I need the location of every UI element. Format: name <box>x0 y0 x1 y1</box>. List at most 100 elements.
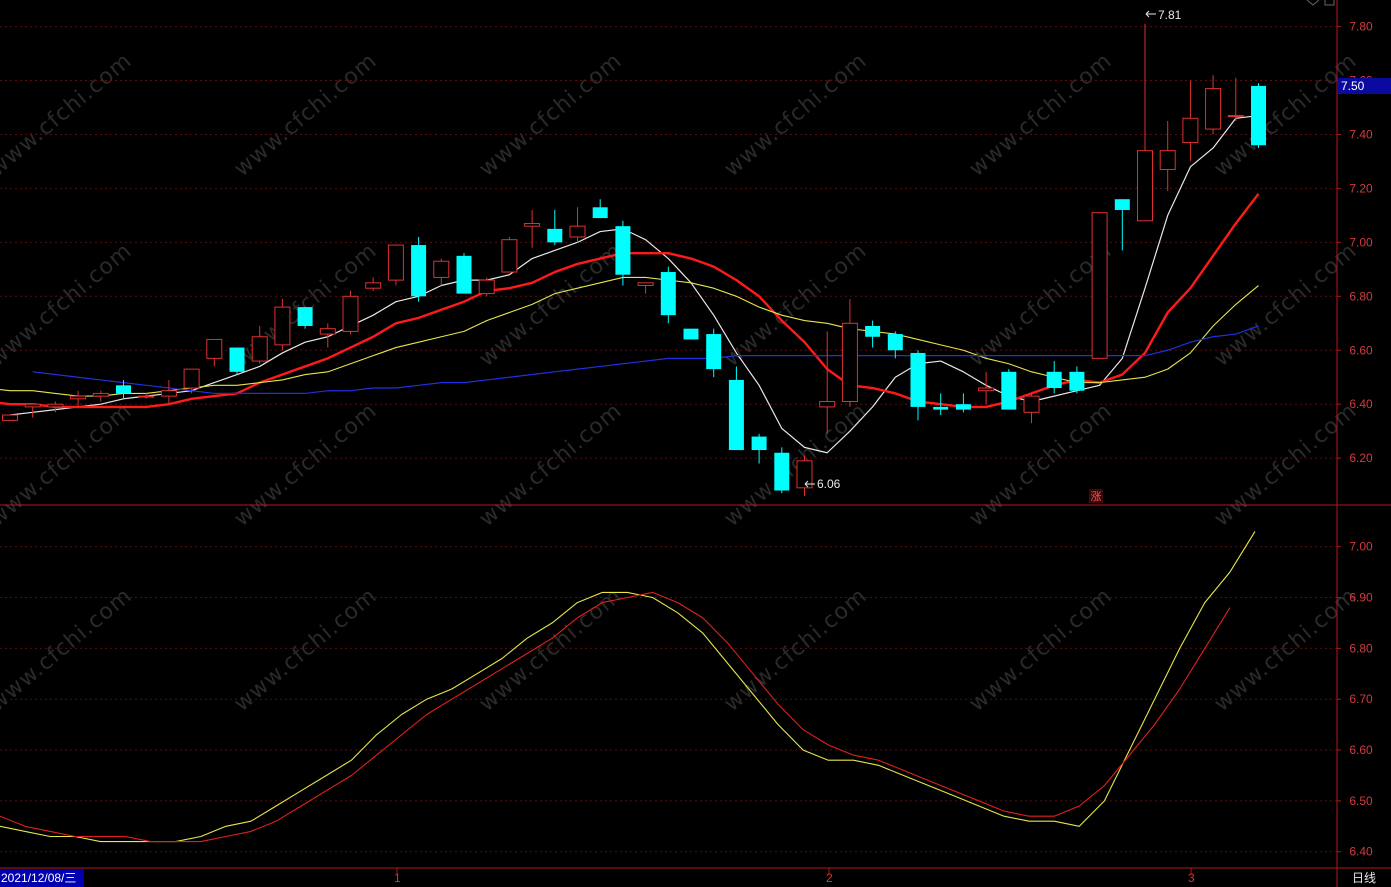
lower-tick-label: 6.70 <box>1349 692 1373 706</box>
candle-body <box>910 352 926 407</box>
candle-body <box>411 245 427 297</box>
current-price-tag[interactable]: 7.50 <box>1338 78 1391 94</box>
date-label: 2021/12/08/三 <box>0 869 84 887</box>
candle-body <box>706 334 722 370</box>
candle-body <box>160 390 177 397</box>
candle-body <box>1001 371 1017 410</box>
candle-body <box>1227 115 1244 118</box>
candle-down <box>297 307 313 329</box>
candle-body <box>933 406 949 410</box>
candle-body <box>978 387 995 392</box>
candle-body <box>297 307 313 326</box>
candle-body <box>92 392 109 397</box>
candle-down <box>1001 369 1017 410</box>
candle-body <box>206 338 223 359</box>
upper-tick-label: 6.80 <box>1349 289 1373 303</box>
time-tick-label: 2 <box>826 871 833 885</box>
time-tick-label: 3 <box>1188 871 1195 885</box>
candle-body <box>70 395 87 400</box>
rise-marker: 涨 <box>1089 489 1103 503</box>
candle-down <box>774 447 790 494</box>
lower-tick-label: 6.50 <box>1349 794 1373 808</box>
upper-tick-label: 7.20 <box>1349 181 1373 195</box>
candle-body <box>1091 212 1108 359</box>
period-label[interactable]: 日线 <box>1352 871 1376 885</box>
upper-tick-label: 7.80 <box>1349 20 1373 34</box>
candle-body <box>1069 371 1085 391</box>
candle-up <box>1091 212 1108 359</box>
candle-body <box>1159 150 1176 171</box>
candle-body <box>24 403 41 408</box>
lower-tick-label: 6.60 <box>1349 743 1373 757</box>
candle-body <box>819 401 836 408</box>
candle-body <box>47 403 64 408</box>
min-price-label: 6.06 <box>817 477 841 491</box>
candle-down <box>1251 83 1266 148</box>
time-tick-label: 1 <box>394 871 401 885</box>
candle-body <box>501 239 518 273</box>
candle-body <box>2 414 18 421</box>
candle-body <box>547 228 563 243</box>
candle-body <box>229 347 245 372</box>
candle-body <box>433 260 450 278</box>
candle-up <box>342 290 359 335</box>
candle-down <box>660 266 676 324</box>
rise-marker-label: 涨 <box>1091 490 1102 503</box>
date-label-text: 2021/12/08/三 <box>1 871 76 885</box>
upper-tick-label: 6.40 <box>1349 397 1373 411</box>
chart-background <box>0 0 1391 887</box>
max-price-label: 7.81 <box>1158 8 1182 22</box>
candle-body <box>1205 88 1222 130</box>
upper-tick-label: 7.00 <box>1349 235 1373 249</box>
candle-body <box>637 282 654 287</box>
price-tag-value: 7.50 <box>1341 79 1365 93</box>
candle-up <box>274 299 291 351</box>
candle-body <box>116 385 131 394</box>
lower-tick-label: 6.40 <box>1349 845 1373 859</box>
candle-body <box>728 379 744 451</box>
candle-up <box>478 277 495 297</box>
candle-body <box>955 404 971 410</box>
candle-body <box>1251 85 1266 146</box>
candle-up <box>387 244 404 286</box>
candle-body <box>887 334 903 351</box>
candle-body <box>524 222 541 227</box>
upper-tick-label: 6.20 <box>1349 451 1373 465</box>
lower-tick-label: 6.80 <box>1349 641 1373 655</box>
candle-down <box>683 328 699 340</box>
candle-body <box>615 226 631 275</box>
candle-down <box>411 236 427 302</box>
lower-tick-label: 6.90 <box>1349 591 1373 605</box>
candle-body <box>319 328 336 335</box>
candle-body <box>365 282 382 289</box>
candle-body <box>1046 371 1062 389</box>
candle-body <box>342 295 359 332</box>
candle-body <box>478 279 495 295</box>
candle-body <box>274 306 291 346</box>
upper-tick-label: 6.60 <box>1349 343 1373 357</box>
candle-body <box>592 207 608 219</box>
candle-body <box>865 325 881 337</box>
candle-body <box>138 395 155 398</box>
candle-down <box>229 347 245 375</box>
upper-tick-label: 7.40 <box>1349 127 1373 141</box>
candle-body <box>1114 199 1130 210</box>
period-label-text: 日线 <box>1352 871 1376 885</box>
candle-body <box>774 452 790 491</box>
candle-body <box>183 368 200 389</box>
candle-body <box>751 436 767 451</box>
stock-chart[interactable]: www.cfchi.com www.cfchi.com www.cfchi.com w… <box>0 0 1391 887</box>
candle-body <box>387 244 404 281</box>
candle-down <box>456 253 472 294</box>
candle-body <box>456 255 472 294</box>
candle-up <box>2 414 18 421</box>
candle-body <box>251 336 268 362</box>
candle-body <box>841 322 858 403</box>
candle-body <box>660 272 676 316</box>
candle-up <box>501 236 518 273</box>
candle-body <box>683 328 699 340</box>
candle-body <box>569 225 586 238</box>
candle-body <box>1182 117 1199 144</box>
candle-body <box>1023 395 1040 413</box>
candle-body <box>1137 150 1153 222</box>
